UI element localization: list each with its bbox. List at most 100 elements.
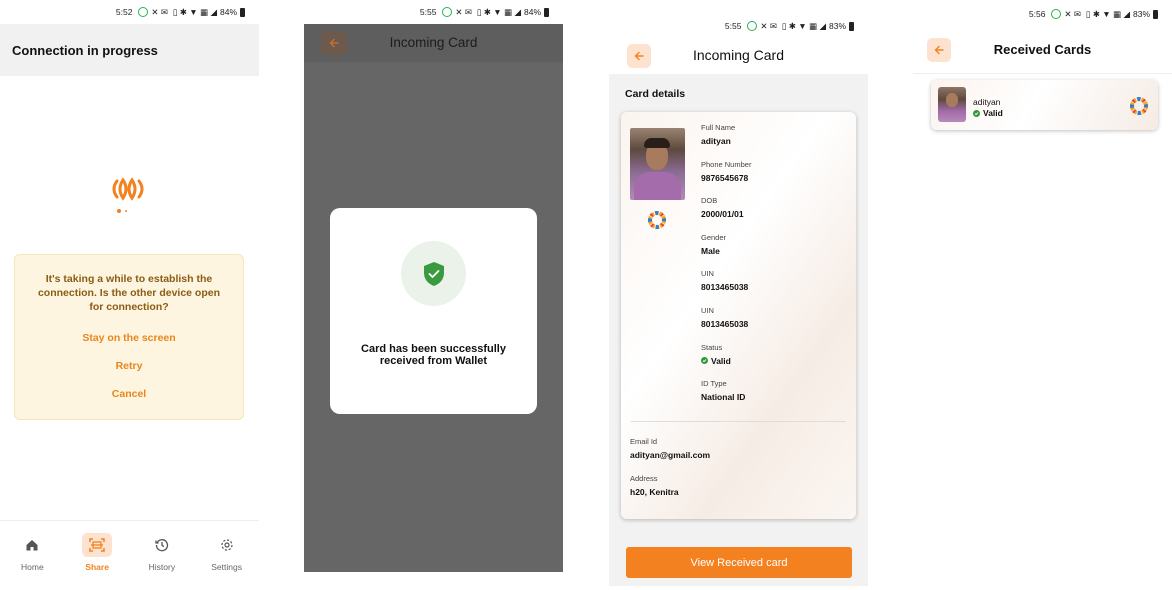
field-value: 8013465038 xyxy=(701,318,749,329)
field-label: UIN xyxy=(701,269,714,279)
field-phone: Phone Number 9876545678 xyxy=(701,160,850,197)
view-received-card-button[interactable]: View Received card xyxy=(626,547,852,578)
field-label: ID Type xyxy=(701,379,727,389)
issuer-logo-icon xyxy=(1129,96,1149,116)
connection-warning-box: It's taking a while to establish the con… xyxy=(14,254,244,420)
nav-history-label: History xyxy=(148,562,176,572)
success-screen: 5:55 ✕ ✉ ▯ ✱ ▼ ▦ ◢ 84% Incoming Card Car… xyxy=(304,0,563,590)
field-value: adityan@gmail.com xyxy=(630,450,711,460)
battery-icon xyxy=(240,7,245,17)
connecting-screen: 5:52 ✕ ✉ ▯ ✱ ▼ ▦ ◢ 84% Connection in pro… xyxy=(0,0,259,590)
warning-message: It's taking a while to establish the con… xyxy=(37,273,221,313)
field-label: Phone Number xyxy=(701,159,752,169)
field-value: 9876545678 xyxy=(701,172,749,183)
divider xyxy=(631,421,846,422)
field-email: Email Id adityan@gmail.com xyxy=(630,437,850,474)
field-label: Status xyxy=(701,342,723,352)
issuer-logo-icon xyxy=(647,210,667,230)
nav-settings[interactable]: Settings xyxy=(194,521,259,590)
notification-icons: ✕ ✉ ▯ ✱ ▼ ▦ ◢ xyxy=(455,6,521,17)
page-title: Connection in progress xyxy=(0,24,259,76)
divider xyxy=(913,73,1172,74)
success-modal: Card has been successfully received from… xyxy=(330,208,537,414)
card-details-section: Card details Full Name adityan Phone Num… xyxy=(609,74,868,586)
field-status: Status Valid xyxy=(701,343,850,380)
section-label: Card details xyxy=(625,88,686,100)
field-label: Full Name xyxy=(701,123,736,132)
field-label: Address xyxy=(630,473,658,483)
field-dob: DOB 2000/01/01 xyxy=(701,196,850,233)
field-label: Gender xyxy=(701,232,727,242)
page-title: Incoming Card xyxy=(389,35,478,50)
nav-settings-label: Settings xyxy=(211,562,242,572)
success-badge xyxy=(401,241,466,306)
scan-icon xyxy=(82,533,113,557)
nav-home[interactable]: Home xyxy=(0,521,65,590)
header-bar: Incoming Card xyxy=(609,34,868,74)
field-label: UIN xyxy=(701,305,714,315)
status-time: 5:56 xyxy=(1028,9,1046,19)
success-message: Card has been successfully received from… xyxy=(361,343,506,367)
loading-dots xyxy=(117,209,127,213)
shield-check-icon xyxy=(423,261,444,286)
field-label: Email Id xyxy=(630,437,658,446)
stay-on-screen-button[interactable]: Stay on the screen xyxy=(15,332,243,344)
connection-logo-icon xyxy=(112,177,144,201)
card-fields: Full Name adityan Phone Number 987654567… xyxy=(701,123,850,416)
contact-fields: Email Id adityan@gmail.com Address h20, … xyxy=(630,437,850,510)
battery-icon xyxy=(1153,9,1158,19)
status-bar: 5:52 ✕ ✉ ▯ ✱ ▼ ▦ ◢ 84% xyxy=(0,0,259,24)
field-value: 8013465038 xyxy=(701,282,749,293)
battery-icon xyxy=(544,7,549,17)
battery-level: 83% xyxy=(828,21,846,31)
battery-icon xyxy=(849,21,854,31)
page-title: Incoming Card xyxy=(692,47,785,63)
field-value: adityan xyxy=(701,136,731,146)
field-uin: UIN 8013465038 xyxy=(701,269,850,306)
whatsapp-icon xyxy=(138,7,149,17)
status-bar: 5:56 ✕ ✉ ▯ ✱ ▼ ▦ ◢ 83% xyxy=(913,2,1172,26)
status-time: 5:52 xyxy=(115,7,133,17)
field-label: DOB xyxy=(701,196,718,206)
cancel-button[interactable]: Cancel xyxy=(15,388,243,400)
nav-home-label: Home xyxy=(21,562,44,572)
holder-name: adityan xyxy=(973,97,1001,107)
whatsapp-icon xyxy=(747,21,758,31)
bottom-nav: Home Share History Settings xyxy=(0,520,259,590)
field-value: 2000/01/01 xyxy=(701,209,744,220)
status-time: 5:55 xyxy=(724,21,742,31)
received-card-item[interactable]: adityan Valid xyxy=(931,80,1158,130)
notification-icons: ✕ ✉ ▯ ✱ ▼ ▦ ◢ xyxy=(760,20,826,31)
field-full-name: Full Name adityan xyxy=(701,123,850,160)
retry-button[interactable]: Retry xyxy=(15,360,243,372)
notification-icons: ✕ ✉ ▯ ✱ ▼ ▦ ◢ xyxy=(1064,8,1130,19)
field-uin-2: UIN 8013465038 xyxy=(701,306,850,343)
check-icon xyxy=(701,357,708,365)
status-bar: 5:55 ✕ ✉ ▯ ✱ ▼ ▦ ◢ 84% xyxy=(304,0,563,24)
field-value: Male xyxy=(701,245,720,256)
status-time: 5:55 xyxy=(419,7,437,17)
field-value: h20, Kenitra xyxy=(630,486,679,497)
field-address: Address h20, Kenitra xyxy=(630,474,850,511)
nav-share[interactable]: Share xyxy=(65,521,130,590)
home-icon xyxy=(17,533,47,557)
battery-level: 84% xyxy=(523,7,541,17)
battery-level: 83% xyxy=(1132,9,1150,19)
page-title: Received Cards xyxy=(993,42,1092,57)
field-id-type: ID Type National ID xyxy=(701,379,850,416)
field-value: National ID xyxy=(701,392,746,403)
check-icon xyxy=(973,109,980,117)
card-status: Valid xyxy=(973,108,1003,118)
incoming-card-screen: 5:55 ✕ ✉ ▯ ✱ ▼ ▦ ◢ 83% Incoming Card Car… xyxy=(609,0,868,590)
whatsapp-icon xyxy=(1051,9,1062,19)
gear-icon xyxy=(212,533,242,557)
nav-history[interactable]: History xyxy=(130,521,195,590)
id-card: Full Name adityan Phone Number 987654567… xyxy=(621,112,856,519)
field-gender: Gender Male xyxy=(701,233,850,270)
status-badge: Valid xyxy=(711,355,731,366)
whatsapp-icon xyxy=(442,7,453,17)
status-badge: Valid xyxy=(983,108,1003,118)
holder-photo xyxy=(630,128,685,200)
received-cards-screen: 5:56 ✕ ✉ ▯ ✱ ▼ ▦ ◢ 83% Received Cards ad… xyxy=(913,0,1172,590)
battery-level: 84% xyxy=(219,7,237,17)
